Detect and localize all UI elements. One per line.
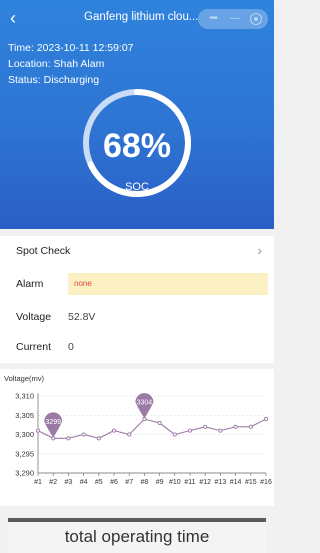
x-tick-label: #11 bbox=[184, 479, 195, 486]
current-value: 0 bbox=[68, 341, 74, 353]
chevron-right-icon: › bbox=[257, 242, 262, 258]
x-tick-label: #14 bbox=[230, 479, 242, 486]
chevron-left-icon[interactable]: ‹ bbox=[10, 8, 26, 28]
soc-percent: 68% bbox=[102, 127, 172, 165]
data-point bbox=[233, 424, 238, 429]
y-tick-label: 3,295 bbox=[15, 449, 34, 458]
location-info: Location: Shah Alam bbox=[8, 58, 104, 70]
data-point bbox=[172, 432, 177, 437]
data-point bbox=[111, 428, 117, 433]
data-point bbox=[127, 432, 132, 437]
data-point bbox=[218, 428, 223, 433]
navigation-bar: ‹ Ganfeng lithium clou... ••• — bbox=[0, 0, 274, 36]
data-point bbox=[35, 428, 41, 433]
x-tick-label: #5 bbox=[95, 479, 103, 486]
alarm-status-box: none bbox=[68, 273, 268, 295]
data-point bbox=[187, 428, 193, 433]
status-info: Status: Discharging bbox=[8, 74, 99, 86]
details-list: Spot Check › Alarm none Voltage 52.8V Cu… bbox=[0, 236, 274, 363]
x-tick-label: #1 bbox=[34, 479, 42, 486]
x-tick-label: #7 bbox=[125, 479, 133, 486]
total-operating-time-label: total operating time bbox=[64, 527, 210, 546]
status-label: Status: bbox=[8, 74, 41, 86]
x-tick-label: #15 bbox=[245, 479, 257, 486]
total-operating-time-section[interactable]: total operating time bbox=[8, 518, 266, 553]
mini-program-capsule: ••• — bbox=[198, 9, 268, 29]
alarm-value: none bbox=[74, 279, 92, 288]
soc-label: SOC bbox=[125, 181, 149, 193]
data-point bbox=[263, 417, 269, 422]
voltage-row: Voltage 52.8V bbox=[0, 302, 274, 332]
close-target-icon[interactable] bbox=[248, 9, 264, 29]
y-tick-label: 3,300 bbox=[15, 430, 34, 439]
data-point bbox=[66, 436, 71, 441]
data-point bbox=[203, 424, 208, 429]
current-label: Current bbox=[16, 341, 52, 353]
x-tick-label: #13 bbox=[215, 479, 227, 486]
x-tick-label: #6 bbox=[110, 479, 118, 486]
cell-voltage-chart: Voltage(mv) 3,290 3,295 3,300 3,305 3,310 #1 #2… bbox=[0, 369, 274, 506]
spot-check-label: Spot Check bbox=[16, 245, 71, 257]
time-info: Time: 2023-10-11 12:59:07 bbox=[8, 42, 134, 54]
time-value: 2023-10-11 12:59:07 bbox=[36, 42, 134, 54]
marker-label: 3304 bbox=[137, 400, 153, 407]
data-point bbox=[81, 432, 86, 437]
y-tick-label: 3,305 bbox=[15, 411, 34, 420]
spot-check-row[interactable]: Spot Check › bbox=[0, 236, 274, 266]
current-row: Current 0 bbox=[0, 332, 274, 362]
minimize-icon[interactable]: — bbox=[226, 9, 244, 29]
x-tick-label: #12 bbox=[199, 479, 211, 486]
x-tick-label: #10 bbox=[169, 479, 181, 486]
more-dots-icon[interactable]: ••• bbox=[204, 9, 222, 29]
y-tick-label: 3,290 bbox=[15, 469, 34, 478]
y-axis-label: Voltage(mv) bbox=[4, 374, 45, 383]
location-label: Location: bbox=[8, 58, 51, 70]
data-point bbox=[248, 424, 253, 429]
battery-status-panel: ‹ Ganfeng lithium clou... ••• — Time: 20… bbox=[0, 0, 274, 229]
x-tick-label: #9 bbox=[156, 479, 164, 486]
marker-label: 3299 bbox=[45, 419, 61, 426]
time-label: Time: bbox=[8, 42, 34, 54]
page-title: Ganfeng lithium clou... bbox=[84, 11, 199, 23]
x-tick-label: #8 bbox=[141, 479, 149, 486]
y-tick-label: 3,310 bbox=[15, 392, 34, 401]
alarm-label: Alarm bbox=[16, 278, 44, 290]
data-point bbox=[157, 420, 162, 426]
data-point bbox=[96, 436, 101, 441]
voltage-label: Voltage bbox=[16, 311, 52, 323]
status-value: Discharging bbox=[43, 74, 100, 86]
x-tick-label: #3 bbox=[65, 479, 73, 486]
x-tick-label: #2 bbox=[49, 479, 57, 486]
location-value: Shah Alam bbox=[53, 58, 105, 70]
alarm-row: Alarm none bbox=[0, 269, 274, 299]
x-tick-label: #16 bbox=[260, 479, 272, 486]
voltage-value: 52.8V bbox=[68, 311, 96, 323]
x-tick-label: #4 bbox=[80, 479, 88, 486]
cell-voltage-chart-svg: Voltage(mv) 3,290 3,295 3,300 3,305 3,310 #1 #2… bbox=[4, 374, 272, 486]
voltage-series-line bbox=[37, 418, 267, 439]
